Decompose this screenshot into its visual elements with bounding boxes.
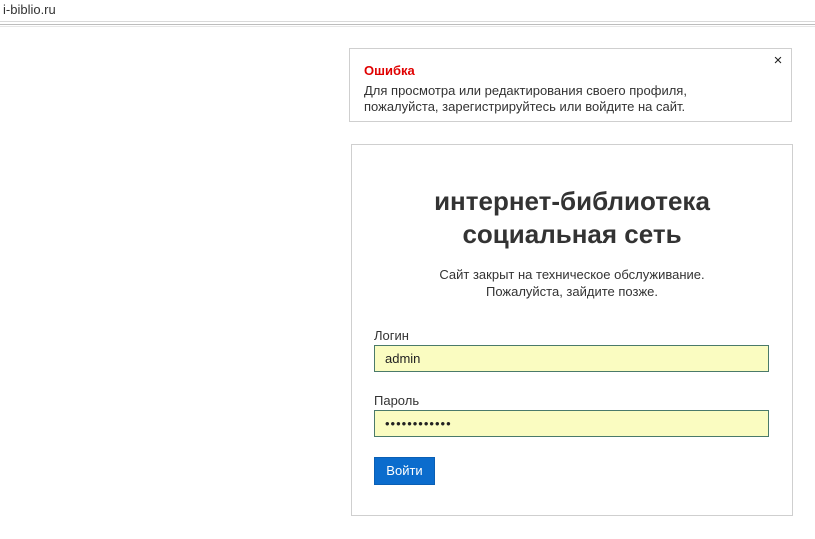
- alert-title: Ошибка: [364, 63, 415, 78]
- notice-line: Сайт закрыт на техническое обслуживание.: [439, 267, 705, 282]
- login-button[interactable]: Войти: [374, 457, 435, 485]
- header-divider: [0, 26, 815, 27]
- header-divider: [0, 21, 815, 22]
- page-title: интернет-библиотека социальная сеть: [352, 185, 792, 251]
- title-line: интернет-библиотека: [434, 186, 710, 216]
- error-alert: Ошибка Для просмотра или редактирования …: [349, 48, 792, 122]
- password-field[interactable]: [374, 410, 769, 437]
- maintenance-notice: Сайт закрыт на техническое обслуживание.…: [352, 266, 792, 300]
- username-label: Логин: [374, 328, 409, 343]
- username-field[interactable]: [374, 345, 769, 372]
- close-icon[interactable]: ×: [771, 53, 785, 68]
- header-divider: [0, 24, 815, 25]
- alert-message: Для просмотра или редактирования своего …: [364, 83, 744, 115]
- notice-line: Пожалуйста, зайдите позже.: [485, 284, 659, 299]
- title-line: социальная сеть: [462, 219, 682, 249]
- alert-message-line: пожалуйста, зарегистрируйтесь или войдит…: [364, 99, 686, 114]
- login-form: интернет-библиотека социальная сеть Сайт…: [351, 144, 793, 516]
- site-name: i-biblio.ru: [3, 2, 56, 17]
- password-label: Пароль: [374, 393, 420, 408]
- alert-message-line: Для просмотра или редактирования своего …: [364, 83, 687, 98]
- site-header: i-biblio.ru: [0, 0, 815, 27]
